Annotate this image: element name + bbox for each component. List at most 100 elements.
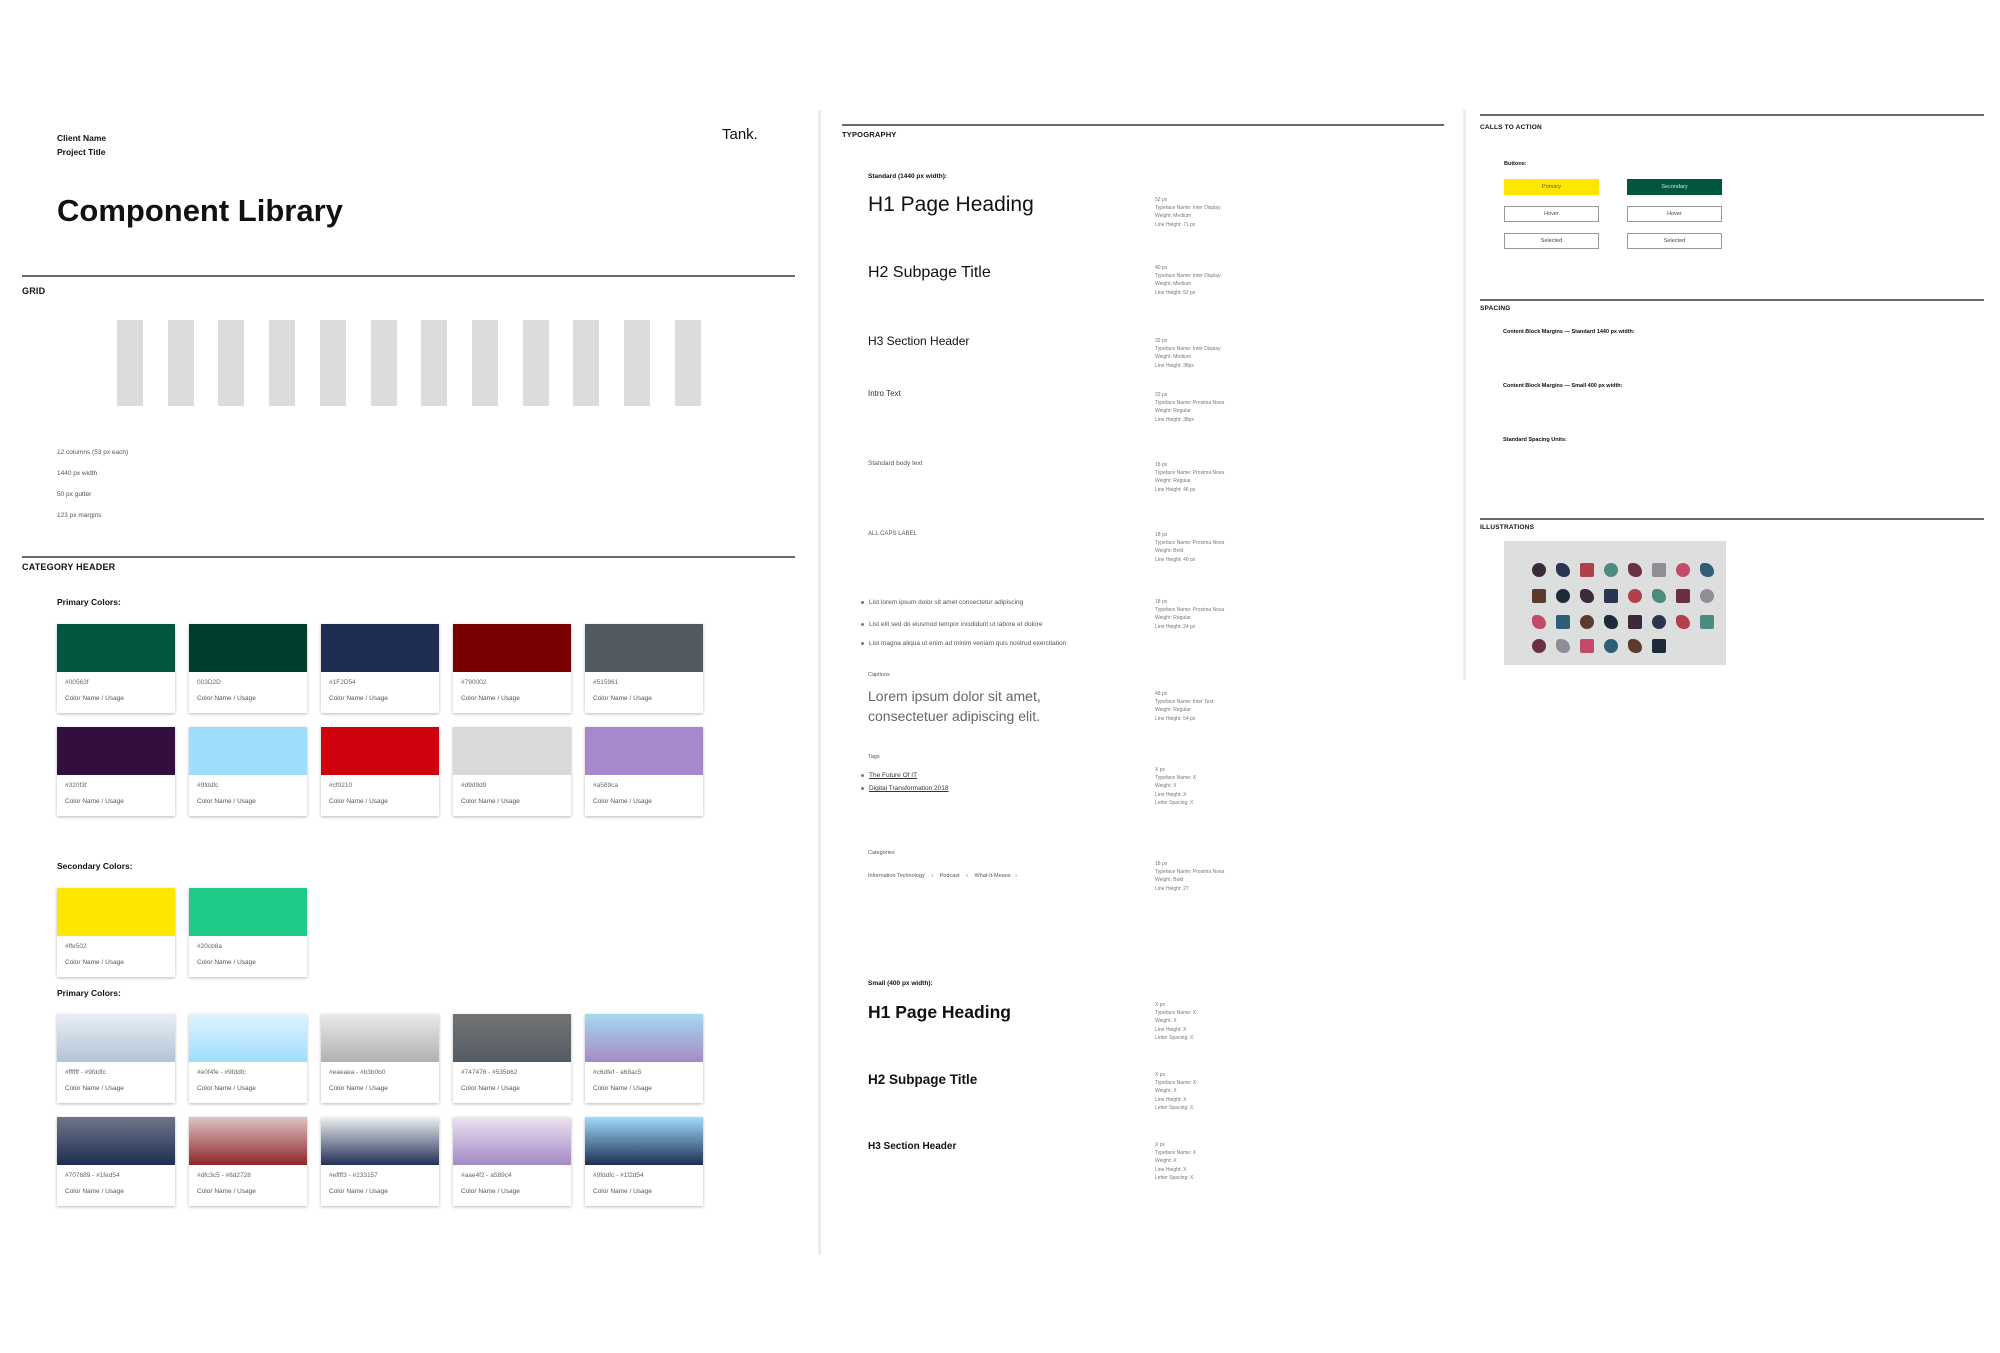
panel-divider: [1463, 110, 1466, 680]
color-chip: [189, 624, 307, 672]
color-swatch: #515961 Color Name / Usage: [585, 624, 703, 713]
color-usage: Color Name / Usage: [329, 1085, 388, 1092]
chevron-right-icon: ›: [966, 873, 968, 879]
color-swatch: #eaeaea - #b3b0b0 Color Name / Usage: [321, 1014, 439, 1103]
grid-column: [269, 320, 296, 406]
grid-column: [370, 320, 397, 406]
tag-link[interactable]: Digital Transformation 2018: [861, 785, 949, 792]
categories-label: Categories: [868, 850, 895, 856]
illustration-thumbnail: [1700, 589, 1714, 603]
grid-column: [522, 320, 549, 406]
color-chip: [57, 888, 175, 936]
illustration-thumbnail: [1532, 563, 1546, 577]
caps-sample: ALL CAPS LABEL: [868, 531, 917, 537]
category-link[interactable]: What-It-Means: [974, 873, 1010, 879]
color-hex: #00563f: [65, 679, 89, 686]
tags-spec: X px Typeface Name: X Weight: X Line Hei…: [1155, 767, 1197, 806]
spacing-item: Content Block Margins — Standard 1440 px…: [1503, 329, 1635, 335]
color-hex: #790002: [461, 679, 487, 686]
small-h2-sample: H2 Subpage Title: [868, 1072, 978, 1087]
color-hex: #320f3f: [65, 782, 87, 789]
color-hex: #aae4f2 - a589c4: [461, 1172, 512, 1179]
primary-button[interactable]: Primary: [1504, 179, 1599, 195]
illustration-thumbnail: [1556, 639, 1570, 653]
color-swatch: #d9d9d9 Color Name / Usage: [453, 727, 571, 816]
color-chip: [57, 624, 175, 672]
color-swatch: #790002 Color Name / Usage: [453, 624, 571, 713]
illustration-thumbnail: [1700, 563, 1714, 577]
color-usage: Color Name / Usage: [197, 1188, 256, 1195]
illustration-thumbnail: [1676, 615, 1690, 629]
category-link[interactable]: Information Technology: [868, 873, 925, 879]
tags-label: Tags: [868, 754, 880, 760]
color-usage: Color Name / Usage: [197, 1085, 256, 1092]
divider: [842, 124, 1444, 126]
color-hex: #707689 - #1fed54: [65, 1172, 120, 1179]
grid-section-title: GRID: [22, 286, 46, 296]
list-item: List lorem ipsum dolor sit amet consecte…: [861, 599, 1023, 606]
color-hex: #c6dfef - a68ac5: [593, 1069, 642, 1076]
h3-sample: H3 Section Header: [868, 334, 970, 348]
color-chip: [321, 1014, 439, 1062]
color-usage: Color Name / Usage: [197, 695, 256, 702]
color-usage: Color Name / Usage: [329, 1188, 388, 1195]
small-label: Small (400 px width):: [868, 980, 933, 987]
color-usage: Color Name / Usage: [461, 1188, 520, 1195]
color-swatch: #e0f4fe - #9fddfc Color Name / Usage: [189, 1014, 307, 1103]
illustration-thumbnail: [1628, 563, 1642, 577]
color-chip: [189, 1117, 307, 1165]
color-chip: [321, 624, 439, 672]
caption-spec: 48 px Typeface Name: Inter Text Weight: …: [1155, 691, 1214, 722]
color-usage: Color Name / Usage: [65, 695, 124, 702]
illustration-thumbnail: [1556, 615, 1570, 629]
color-swatch: #20cb8a Color Name / Usage: [189, 888, 307, 977]
illustration-thumbnail: [1628, 589, 1642, 603]
secondary-hover-button[interactable]: Hover: [1627, 206, 1722, 222]
illustration-thumbnail: [1580, 563, 1594, 577]
divider: [1480, 518, 1984, 520]
primary-selected-button[interactable]: Selected: [1504, 233, 1599, 249]
secondary-button[interactable]: Secondary: [1627, 179, 1722, 195]
primary-hover-button[interactable]: Hover: [1504, 206, 1599, 222]
illustration-thumbnail: [1628, 615, 1642, 629]
category-link[interactable]: Podcast: [940, 873, 960, 879]
illustration-thumbnail: [1676, 563, 1690, 577]
h2-spec: 40 px Typeface Name: Inter Display Weigh…: [1155, 265, 1221, 296]
color-chip: [321, 727, 439, 775]
color-swatch: #320f3f Color Name / Usage: [57, 727, 175, 816]
captions-label: Captions: [868, 672, 890, 678]
divider: [1480, 114, 1984, 116]
illustration-thumbnail: [1556, 563, 1570, 577]
color-hex: #515961: [593, 679, 619, 686]
illustrations-section-title: ILLUSTRATIONS: [1480, 524, 1535, 531]
illustration-thumbnail: [1652, 589, 1666, 603]
color-hex: #9fddfc - #1f2d54: [593, 1172, 644, 1179]
color-chip: [453, 1117, 571, 1165]
color-usage: Color Name / Usage: [329, 695, 388, 702]
grid-column: [117, 320, 143, 406]
color-hex: #dfc3c5 - #8d2728: [197, 1172, 251, 1179]
color-hex: #747476 - #535b62: [461, 1069, 518, 1076]
illustration-thumbnail: [1652, 563, 1666, 577]
color-swatch: #9fddfc Color Name / Usage: [189, 727, 307, 816]
tag-link[interactable]: The Future Of IT: [861, 772, 917, 779]
category-breadcrumb: Information Technology › Podcast › What-…: [868, 873, 1017, 879]
spacing-item: Standard Spacing Units:: [1503, 437, 1567, 443]
page-title: Component Library: [57, 193, 343, 228]
color-chip: [189, 727, 307, 775]
illustration-thumbnail: [1604, 563, 1618, 577]
grid-column: [421, 320, 448, 406]
illustration-thumbnail: [1628, 639, 1642, 653]
standard-label: Standard (1440 px width):: [868, 173, 948, 180]
divider: [1480, 299, 1984, 301]
color-swatch: #cf0210 Color Name / Usage: [321, 727, 439, 816]
color-swatch: #ffffff - #9fddfc Color Name / Usage: [57, 1014, 175, 1103]
color-hex: #eaeaea - #b3b0b0: [329, 1069, 386, 1076]
caption-sample: Lorem ipsum dolor sit amet, consectetuer…: [868, 688, 1041, 724]
typography-section-title: TYPOGRAPHY: [842, 130, 897, 139]
divider: [22, 556, 795, 558]
color-swatch: #c6dfef - a68ac5 Color Name / Usage: [585, 1014, 703, 1103]
intro-spec: 22 px Typeface Name: Proxima Nova Weight…: [1155, 392, 1225, 423]
secondary-selected-button[interactable]: Selected: [1627, 233, 1722, 249]
panel-divider: [818, 110, 821, 1255]
